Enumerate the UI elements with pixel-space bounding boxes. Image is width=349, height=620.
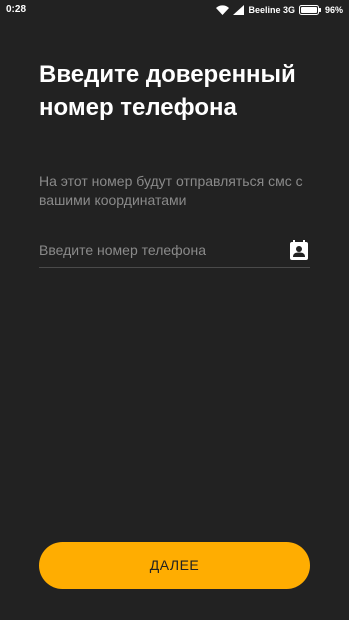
status-bar: 0:28 Beeline 3G 96% <box>0 0 349 20</box>
phone-field <box>39 233 310 268</box>
status-time: 0:28 <box>6 4 27 15</box>
battery-icon <box>298 4 321 15</box>
status-indicators: Beeline 3G 96% <box>216 3 343 16</box>
wifi-icon <box>216 4 230 15</box>
next-button[interactable]: ДАЛЕЕ <box>39 542 310 589</box>
signal-icon <box>233 4 245 15</box>
phone-number-input[interactable] <box>39 233 279 266</box>
page-title: Введите доверенный номер телефона <box>39 61 296 121</box>
battery-percent: 96% <box>324 4 343 15</box>
page-subtitle: На этот номер будут отправляться смс с в… <box>39 173 303 208</box>
carrier-name: Beeline 3G <box>248 4 295 15</box>
screen: 0:28 Beeline 3G 96% Введите доверенный н… <box>0 0 349 620</box>
contact-book-icon[interactable] <box>290 240 308 260</box>
